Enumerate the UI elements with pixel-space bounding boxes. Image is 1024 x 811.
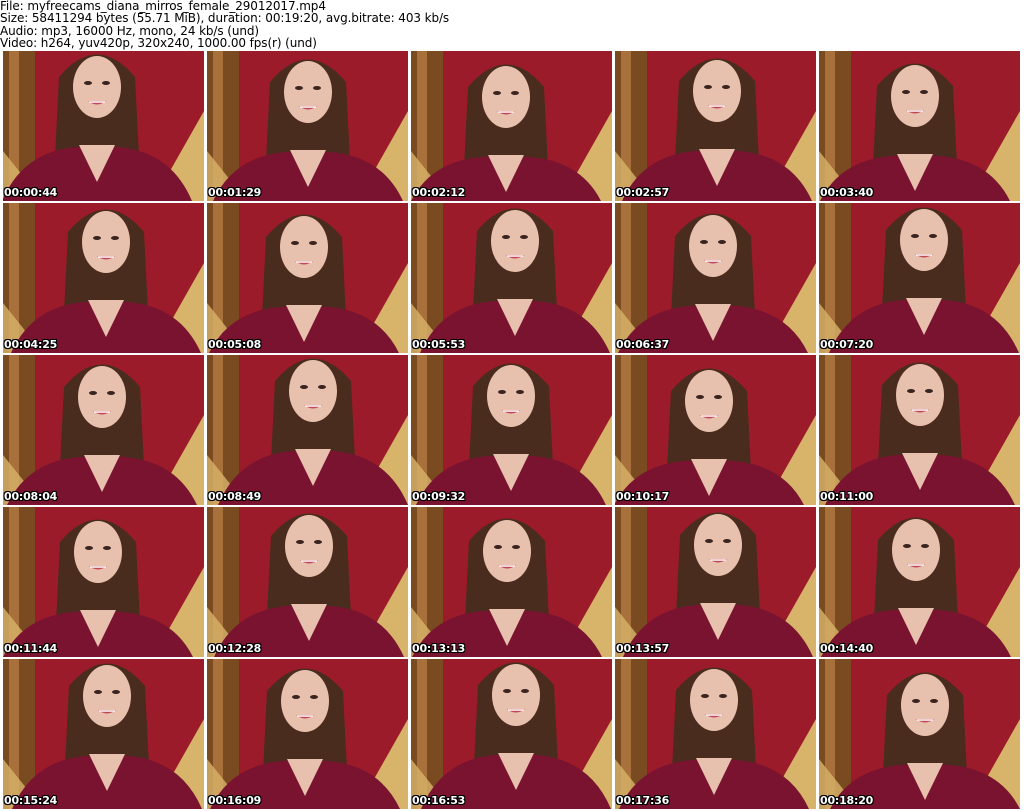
video-thumbnail: 00:02:12 — [411, 51, 612, 201]
thumbnail-timestamp: 00:13:13 — [412, 642, 466, 655]
video-thumbnail: 00:13:57 — [615, 507, 816, 657]
webcam-frame-image — [615, 507, 816, 657]
video-thumbnail: 00:05:53 — [411, 203, 612, 353]
thumbnail-timestamp: 00:08:49 — [208, 490, 262, 503]
video-thumbnail: 00:07:20 — [819, 203, 1020, 353]
webcam-frame-image — [819, 507, 1020, 657]
webcam-frame-image — [615, 203, 816, 353]
thumbnail-timestamp: 00:12:28 — [208, 642, 262, 655]
thumbnail-timestamp: 00:10:17 — [616, 490, 670, 503]
webcam-frame-image — [207, 355, 408, 505]
webcam-frame-image — [3, 51, 204, 201]
thumbnail-timestamp: 00:05:53 — [412, 338, 466, 351]
thumbnail-timestamp: 00:13:57 — [616, 642, 670, 655]
thumbnail-timestamp: 00:00:44 — [4, 186, 58, 199]
webcam-frame-image — [819, 203, 1020, 353]
thumbnail-timestamp: 00:16:09 — [208, 794, 262, 807]
webcam-frame-image — [819, 659, 1020, 809]
webcam-frame-image — [411, 355, 612, 505]
thumbnail-timestamp: 00:18:20 — [820, 794, 874, 807]
video-thumbnail: 00:13:13 — [411, 507, 612, 657]
file-size-duration: Size: 58411294 bytes (55.71 MiB), durati… — [0, 11, 450, 26]
thumbnail-timestamp: 00:08:04 — [4, 490, 58, 503]
thumbnail-timestamp: 00:09:32 — [412, 490, 466, 503]
webcam-frame-image — [3, 355, 204, 505]
thumbnail-timestamp: 00:14:40 — [820, 642, 874, 655]
webcam-frame-image — [411, 507, 612, 657]
thumbnail-timestamp: 00:04:25 — [4, 338, 58, 351]
webcam-frame-image — [207, 507, 408, 657]
video-thumbnail: 00:16:09 — [207, 659, 408, 809]
video-thumbnail: 00:09:32 — [411, 355, 612, 505]
video-thumbnail: 00:05:08 — [207, 203, 408, 353]
thumbnail-timestamp: 00:02:57 — [616, 186, 670, 199]
file-info-header: File: myfreecams_diana_mirros_female_290… — [0, 0, 1024, 50]
thumbnail-timestamp: 00:11:44 — [4, 642, 58, 655]
thumbnail-timestamp: 00:03:40 — [820, 186, 874, 199]
thumbnail-timestamp: 00:05:08 — [208, 338, 262, 351]
webcam-frame-image — [615, 51, 816, 201]
video-thumbnail: 00:14:40 — [819, 507, 1020, 657]
video-thumbnail: 00:11:44 — [3, 507, 204, 657]
thumbnail-timestamp: 00:11:00 — [820, 490, 874, 503]
video-thumbnail: 00:04:25 — [3, 203, 204, 353]
thumbnail-timestamp: 00:07:20 — [820, 338, 874, 351]
video-info: Video: h264, yuv420p, 320x240, 1000.00 f… — [0, 35, 317, 50]
video-thumbnail: 00:01:29 — [207, 51, 408, 201]
webcam-frame-image — [615, 355, 816, 505]
webcam-frame-image — [411, 203, 612, 353]
video-thumbnail: 00:17:36 — [615, 659, 816, 809]
webcam-frame-image — [819, 51, 1020, 201]
thumbnail-timestamp: 00:02:12 — [412, 186, 466, 199]
webcam-frame-image — [207, 51, 408, 201]
video-thumbnail: 00:18:20 — [819, 659, 1020, 809]
thumbnail-timestamp: 00:16:53 — [412, 794, 466, 807]
webcam-frame-image — [3, 659, 204, 809]
webcam-frame-image — [819, 355, 1020, 505]
video-thumbnail: 00:16:53 — [411, 659, 612, 809]
video-thumbnail: 00:15:24 — [3, 659, 204, 809]
webcam-frame-image — [3, 507, 204, 657]
thumbnail-timestamp: 00:01:29 — [208, 186, 262, 199]
video-thumbnail: 00:00:44 — [3, 51, 204, 201]
webcam-frame-image — [207, 659, 408, 809]
webcam-frame-image — [615, 659, 816, 809]
webcam-frame-image — [411, 659, 612, 809]
webcam-frame-image — [411, 51, 612, 201]
webcam-frame-image — [207, 203, 408, 353]
thumbnail-timestamp: 00:15:24 — [4, 794, 58, 807]
webcam-frame-image — [3, 203, 204, 353]
video-thumbnail: 00:10:17 — [615, 355, 816, 505]
video-thumbnail: 00:12:28 — [207, 507, 408, 657]
video-thumbnail: 00:11:00 — [819, 355, 1020, 505]
thumbnail-timestamp: 00:06:37 — [616, 338, 670, 351]
video-thumbnail: 00:02:57 — [615, 51, 816, 201]
video-thumbnail: 00:08:49 — [207, 355, 408, 505]
video-thumbnail: 00:06:37 — [615, 203, 816, 353]
video-thumbnail: 00:03:40 — [819, 51, 1020, 201]
video-thumbnail: 00:08:04 — [3, 355, 204, 505]
thumbnail-timestamp: 00:17:36 — [616, 794, 670, 807]
thumbnail-grid: 00:00:44 00:01:29 00:02:12 00:02:57 00:03:40… — [3, 51, 1023, 811]
